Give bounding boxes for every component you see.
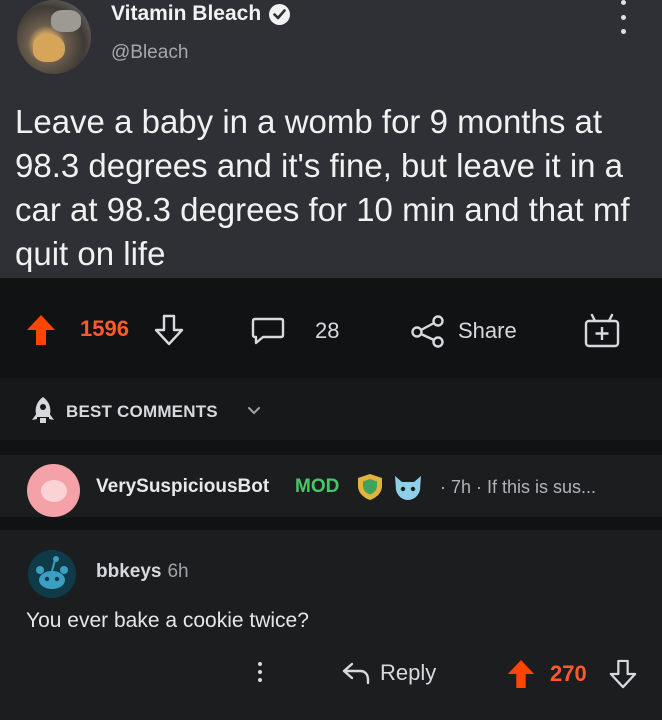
rocket-icon xyxy=(32,397,54,423)
share-button[interactable]: Share xyxy=(410,314,517,348)
mod-badge: MOD xyxy=(295,476,340,497)
cat-award-icon xyxy=(395,476,421,500)
mod-comment-meta: · 7h · If this is sus... xyxy=(440,477,597,497)
comment-upvote-count-wrap: 270 xyxy=(550,661,587,687)
mod-comment-author[interactable]: VerySuspiciousBot xyxy=(96,476,269,498)
reply-arrow-icon xyxy=(342,662,370,685)
reply-label: Reply xyxy=(380,660,437,685)
mod-comment-row[interactable]: VerySuspiciousBot MOD · 7h · If this is … xyxy=(0,455,662,517)
downvote-arrow-icon xyxy=(609,659,637,689)
share-icon xyxy=(411,315,444,348)
comment-author[interactable]: bbkeys xyxy=(96,561,161,582)
upvote-arrow-icon xyxy=(27,315,55,345)
shield-award-icon xyxy=(358,474,382,500)
comment-downvote-button[interactable] xyxy=(609,659,637,689)
upvote-count-wrap: 1596 xyxy=(80,316,129,342)
post-action-bar: 1596 28 Share xyxy=(0,300,662,360)
upvote-arrow-icon xyxy=(507,660,535,688)
tweet-card: Vitamin Bleach @Bleach Leave a baby in a… xyxy=(0,0,662,278)
comments-button[interactable]: 28 xyxy=(251,316,339,346)
comment-upvote-count: 270 xyxy=(550,661,587,686)
downvote-arrow-icon xyxy=(154,314,184,346)
comment-action-bar: Reply 270 xyxy=(0,656,662,696)
post-upvote-count: 1596 xyxy=(80,316,129,341)
upvote-button[interactable] xyxy=(26,314,56,346)
share-label: Share xyxy=(458,318,517,343)
tweet-avatar[interactable] xyxy=(17,0,91,74)
downvote-button[interactable] xyxy=(154,314,184,346)
tweet-text: Leave a baby in a womb for 9 months at 9… xyxy=(15,103,630,272)
gift-icon xyxy=(584,313,620,348)
bot-avatar[interactable] xyxy=(27,464,80,517)
comment: bbkeys 6h You ever bake a cookie twice? R… xyxy=(0,530,662,720)
sort-label: BEST COMMENTS xyxy=(66,402,218,421)
verified-icon xyxy=(269,3,291,25)
comment-upvote-button[interactable] xyxy=(507,659,535,689)
reddit-post-screen: Vitamin Bleach @Bleach Leave a baby in a… xyxy=(0,0,662,720)
comment-sort-bar[interactable]: BEST COMMENTS xyxy=(0,378,662,440)
user-avatar[interactable] xyxy=(28,550,76,598)
tweet-handle: @Bleach xyxy=(111,42,189,63)
award-button[interactable] xyxy=(583,312,621,348)
comment-more-icon[interactable] xyxy=(258,662,262,682)
comment-time: 6h xyxy=(167,561,189,582)
reply-button[interactable]: Reply xyxy=(341,660,436,686)
more-options-icon[interactable] xyxy=(618,0,628,34)
comment-text: You ever bake a cookie twice? xyxy=(26,609,309,632)
snoo-avatar-icon xyxy=(28,550,76,598)
comment-count: 28 xyxy=(315,318,340,343)
comment-author-row: bbkeys 6h xyxy=(96,561,189,583)
tweet-author-name[interactable]: Vitamin Bleach xyxy=(111,2,261,26)
tweet-author-row: Vitamin Bleach xyxy=(111,2,291,26)
chevron-down-icon xyxy=(248,407,260,415)
comment-bubble-icon xyxy=(251,317,285,345)
